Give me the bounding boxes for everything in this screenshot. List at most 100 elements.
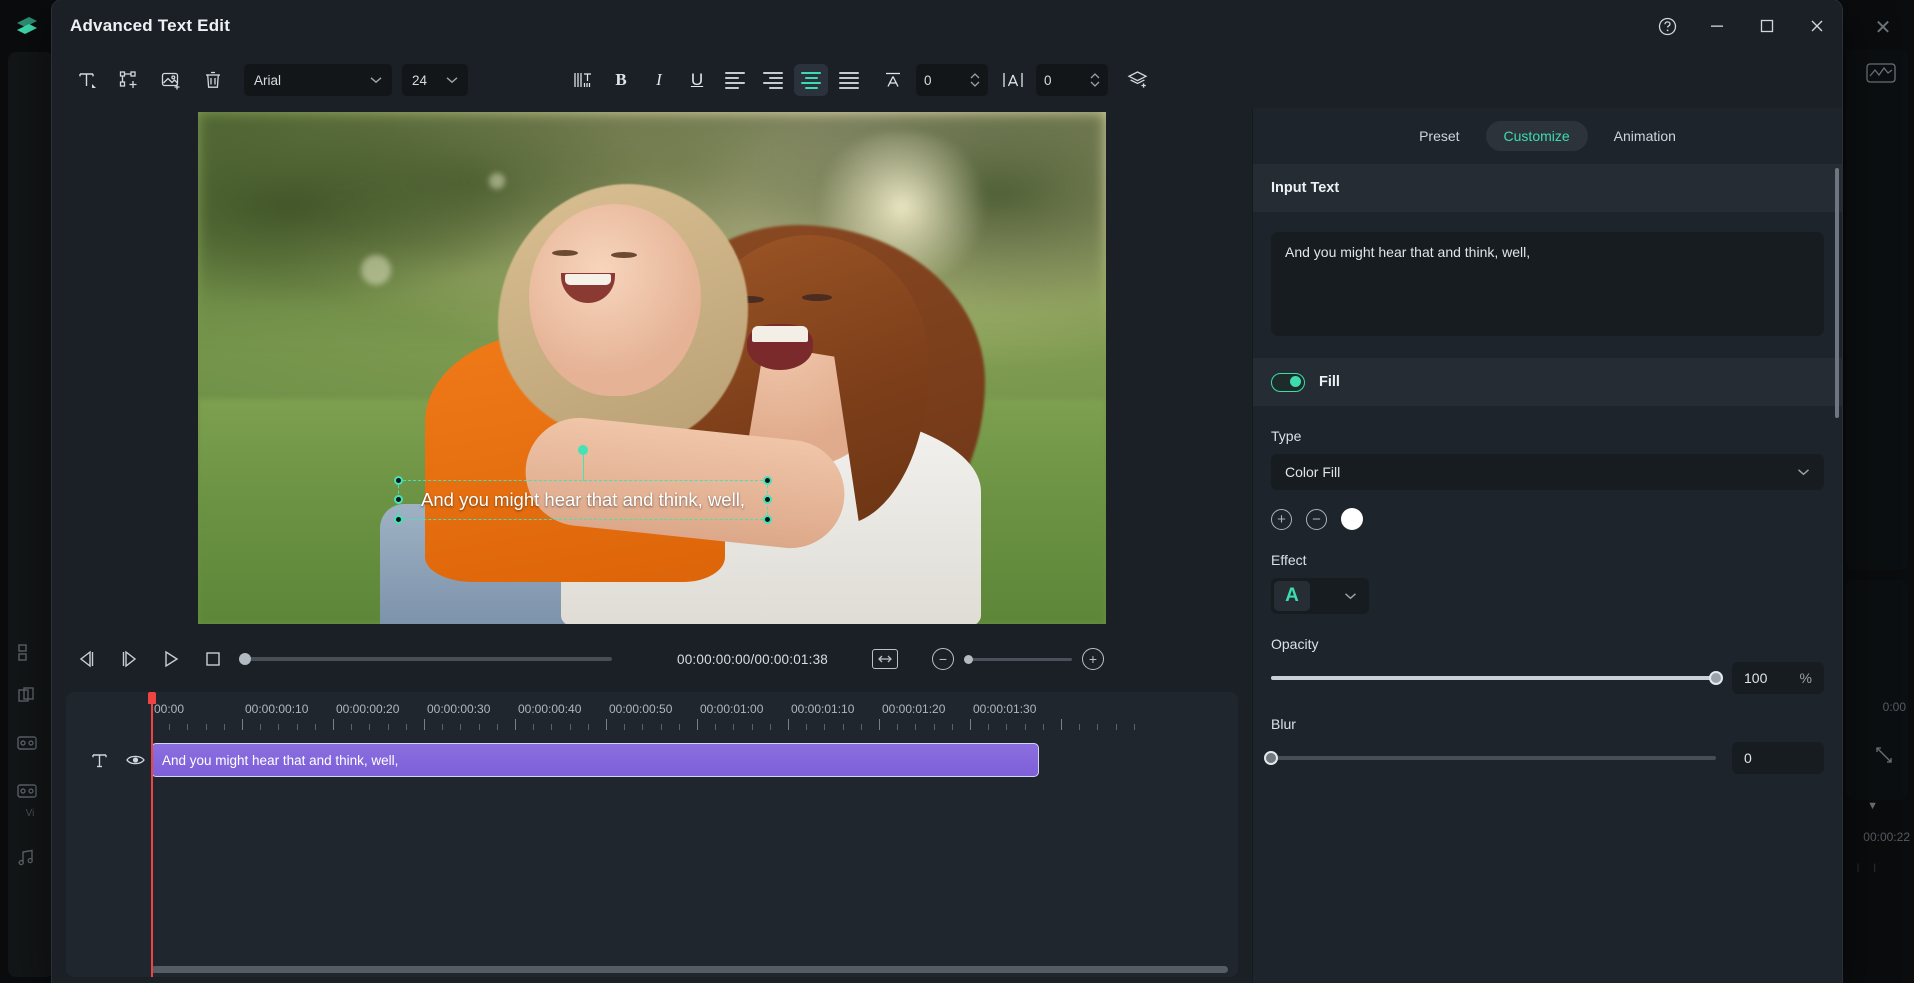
align-center-icon[interactable] — [794, 64, 828, 96]
preview-girl-teeth — [564, 273, 611, 285]
tab-customize[interactable]: Customize — [1485, 121, 1588, 151]
spinner-arrows-icon[interactable] — [970, 73, 980, 87]
letter-spacing-input[interactable]: 0 — [1036, 64, 1108, 96]
blur-input[interactable]: 0 — [1732, 742, 1824, 774]
add-text-icon[interactable] — [68, 63, 106, 97]
timeline-panel: 00:00 00:00:00:10 00:00:00:20 00:00:00:30 00… — [66, 692, 1238, 977]
zoom-slider[interactable] — [963, 654, 1072, 664]
add-image-icon[interactable] — [152, 63, 190, 97]
timeline-horizontal-scrollbar[interactable] — [151, 966, 1228, 973]
align-right-icon[interactable] — [756, 64, 790, 96]
add-circle-icon[interactable]: + — [1271, 508, 1292, 530]
tab-preset[interactable]: Preset — [1401, 121, 1477, 151]
input-text-field[interactable]: And you might hear that and think, well, — [1271, 232, 1824, 336]
letter-spacing-value: 0 — [1044, 72, 1052, 88]
blur-slider-handle[interactable] — [1264, 751, 1278, 765]
bold-button[interactable]: B — [604, 64, 638, 96]
ruler-tick — [842, 724, 844, 730]
resize-handle-tl[interactable] — [394, 476, 403, 485]
chevron-down-icon — [1797, 468, 1810, 476]
video-preview[interactable]: And you might hear that and think, well, — [198, 112, 1106, 624]
resize-handle-r[interactable] — [763, 495, 772, 504]
spinner-arrows-icon[interactable] — [1090, 73, 1100, 87]
text-overlay-selection[interactable]: And you might hear that and think, well, — [394, 445, 772, 524]
eye-icon[interactable] — [120, 753, 150, 767]
vertical-text-icon[interactable] — [566, 64, 600, 96]
stop-icon[interactable] — [192, 643, 234, 675]
ruler-tick — [351, 724, 353, 730]
zoom-handle[interactable] — [963, 654, 973, 664]
align-left-icon[interactable] — [718, 64, 752, 96]
opacity-slider-handle[interactable] — [1709, 671, 1723, 685]
ruler-tick — [424, 719, 425, 730]
ruler-tick — [1097, 724, 1099, 730]
ruler-tick — [970, 719, 971, 730]
underline-button[interactable]: U — [680, 64, 714, 96]
close-icon[interactable] — [1792, 0, 1842, 52]
font-size-select[interactable]: 24 — [402, 64, 468, 96]
fill-type-select[interactable]: Color Fill — [1271, 454, 1824, 490]
blur-slider[interactable] — [1264, 751, 1716, 765]
ruler-tick — [242, 719, 243, 730]
ruler-label: 00:00:01:30 — [973, 702, 1037, 716]
play-icon[interactable] — [150, 643, 192, 675]
panel-scrollbar[interactable] — [1835, 168, 1839, 418]
ruler-tick — [606, 719, 607, 730]
background-timecode: 0:00 — [1882, 700, 1906, 714]
ruler-tick — [369, 724, 371, 730]
timeline-ruler[interactable]: 00:00 00:00:00:10 00:00:00:20 00:00:00:30 00… — [66, 692, 1238, 736]
tab-animation[interactable]: Animation — [1596, 121, 1694, 151]
fill-toggle[interactable] — [1271, 372, 1305, 392]
resize-handle-l[interactable] — [394, 495, 403, 504]
ruler-tick — [860, 724, 862, 730]
ruler-tick — [751, 724, 753, 730]
playhead[interactable] — [148, 692, 156, 977]
italic-button[interactable]: I — [642, 64, 676, 96]
overlay-text: And you might hear that and think, well, — [421, 489, 745, 510]
font-family-select[interactable]: Arial — [244, 64, 392, 96]
maximize-icon[interactable] — [1742, 0, 1792, 52]
color-swatch[interactable] — [1341, 508, 1363, 530]
ruler-tick — [260, 724, 262, 730]
text-clip[interactable]: And you might hear that and think, well, — [151, 743, 1039, 777]
zoom-out-icon[interactable]: − — [931, 648, 954, 670]
line-spacing-input[interactable]: 0 — [916, 64, 988, 96]
zoom-in-icon[interactable]: + — [1081, 648, 1104, 670]
preview-girl-face — [529, 204, 702, 397]
ruler-label: 00:00:00:10 — [245, 702, 309, 716]
input-text-section-header: Input Text — [1253, 164, 1842, 212]
opacity-slider[interactable] — [1271, 671, 1723, 685]
resize-handle-br[interactable] — [763, 515, 772, 524]
effect-select[interactable]: A — [1271, 578, 1369, 614]
preview-area: And you might hear that and think, well, — [52, 108, 1252, 983]
ruler-tick — [296, 724, 298, 730]
transform-icon[interactable] — [110, 63, 148, 97]
chevron-down-icon — [1344, 592, 1357, 600]
text-track-icon[interactable] — [84, 752, 114, 769]
help-icon[interactable] — [1642, 0, 1692, 52]
dropdown-triangle-icon: ▼ — [1867, 800, 1878, 812]
blur-row: 0 — [1264, 742, 1824, 774]
next-frame-icon[interactable] — [108, 643, 150, 675]
window-controls — [1642, 0, 1842, 52]
dialog-titlebar: Advanced Text Edit — [52, 0, 1842, 52]
resize-handle-tr[interactable] — [763, 476, 772, 485]
resize-handle-bl[interactable] — [394, 515, 403, 524]
seek-handle[interactable] — [239, 653, 251, 665]
ruler-tick — [587, 724, 589, 730]
align-justify-icon[interactable] — [832, 64, 866, 96]
fit-to-screen-icon[interactable] — [871, 649, 898, 669]
opacity-input[interactable]: 100 % — [1732, 662, 1824, 694]
letter-spacing-icon — [996, 64, 1030, 96]
timecode-display: 00:00:00:00/00:00:01:38 — [677, 651, 828, 667]
layers-icon[interactable] — [1118, 63, 1156, 97]
rotate-handle[interactable] — [578, 445, 588, 455]
background-right-panel-2 — [1846, 580, 1908, 800]
seek-slider[interactable] — [239, 653, 612, 665]
background-close-icon: ✕ — [1874, 16, 1892, 39]
previous-frame-icon[interactable] — [66, 643, 108, 675]
delete-icon[interactable] — [194, 63, 232, 97]
minimize-icon[interactable] — [1692, 0, 1742, 52]
ruler-tick — [569, 724, 571, 730]
remove-circle-icon[interactable]: − — [1306, 508, 1327, 530]
